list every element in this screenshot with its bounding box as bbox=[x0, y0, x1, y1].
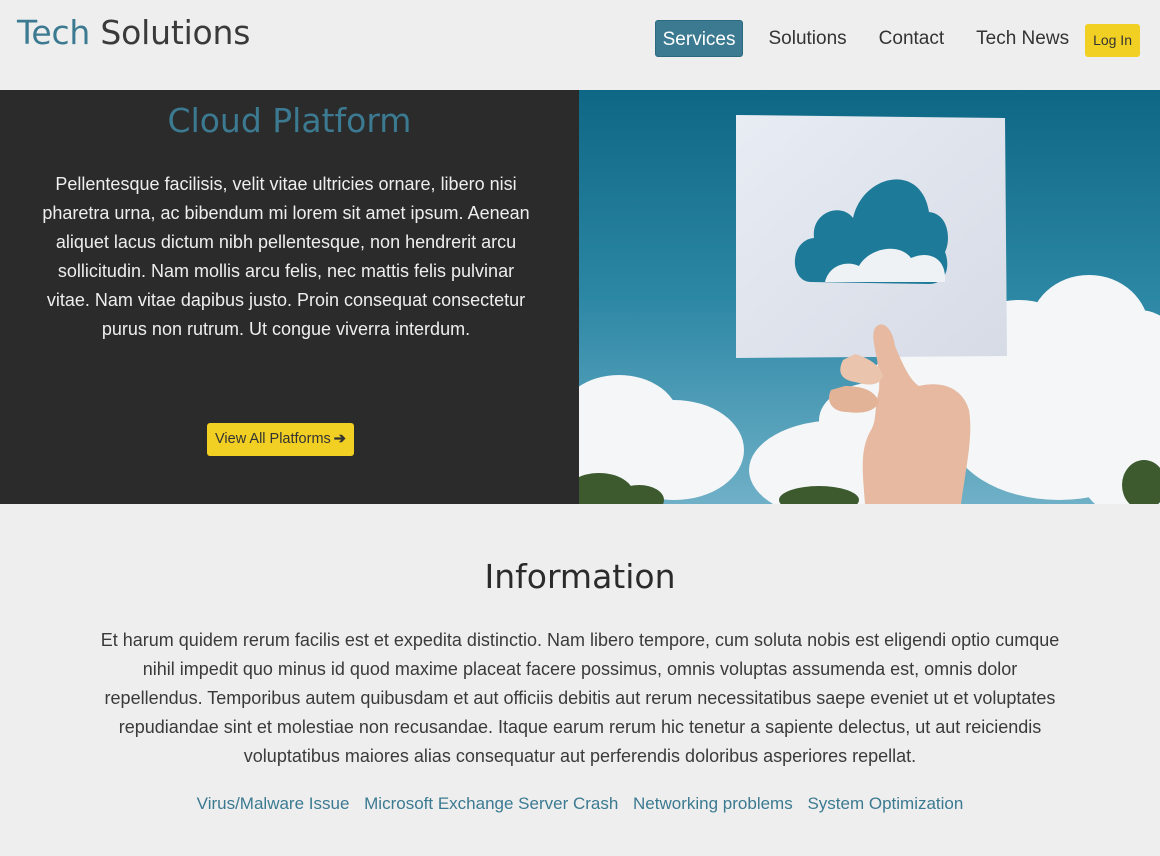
main-nav: Services Solutions Contact Tech News Log… bbox=[654, 20, 1140, 57]
hero-section: Cloud Platform Pellentesque facilisis, v… bbox=[0, 90, 1160, 504]
link-system-optimization[interactable]: System Optimization bbox=[807, 794, 963, 813]
information-text: Et harum quidem rerum facilis est et exp… bbox=[100, 630, 1060, 766]
link-exchange-server-crash[interactable]: Microsoft Exchange Server Crash bbox=[364, 794, 618, 813]
hero-title: Cloud Platform bbox=[167, 101, 412, 140]
view-all-platforms-label: View All Platforms bbox=[215, 431, 331, 447]
link-virus-malware-issue[interactable]: Virus/Malware Issue bbox=[197, 794, 350, 813]
information-links: Virus/Malware Issue Microsoft Exchange S… bbox=[0, 792, 1160, 816]
brand-second-word: Solutions bbox=[100, 13, 251, 52]
cloud-cutout-photo bbox=[579, 90, 1160, 504]
hero-text-panel: Cloud Platform Pellentesque facilisis, v… bbox=[0, 90, 579, 504]
nav-link-solutions[interactable]: Solutions bbox=[761, 20, 853, 57]
hero-description: Pellentesque facilisis, velit vitae ultr… bbox=[42, 174, 530, 339]
site-header: Tech Solutions Services Solutions Contac… bbox=[0, 0, 1160, 90]
nav-link-tech-news[interactable]: Tech News bbox=[969, 20, 1076, 57]
arrow-right-icon: ➔ bbox=[333, 431, 346, 447]
information-title: Information bbox=[484, 557, 676, 596]
information-section: Information Et harum quidem rerum facili… bbox=[0, 504, 1160, 856]
hero-image bbox=[579, 90, 1160, 504]
brand-logo[interactable]: Tech Solutions bbox=[17, 12, 250, 54]
brand-first-word: Tech bbox=[17, 13, 91, 52]
link-networking-problems[interactable]: Networking problems bbox=[633, 794, 793, 813]
view-all-platforms-button[interactable]: View All Platforms ➔ bbox=[207, 423, 354, 456]
nav-link-services[interactable]: Services bbox=[654, 20, 744, 57]
paper-sheet bbox=[736, 115, 1007, 358]
nav-link-contact[interactable]: Contact bbox=[872, 20, 951, 57]
login-button[interactable]: Log In bbox=[1085, 24, 1140, 57]
